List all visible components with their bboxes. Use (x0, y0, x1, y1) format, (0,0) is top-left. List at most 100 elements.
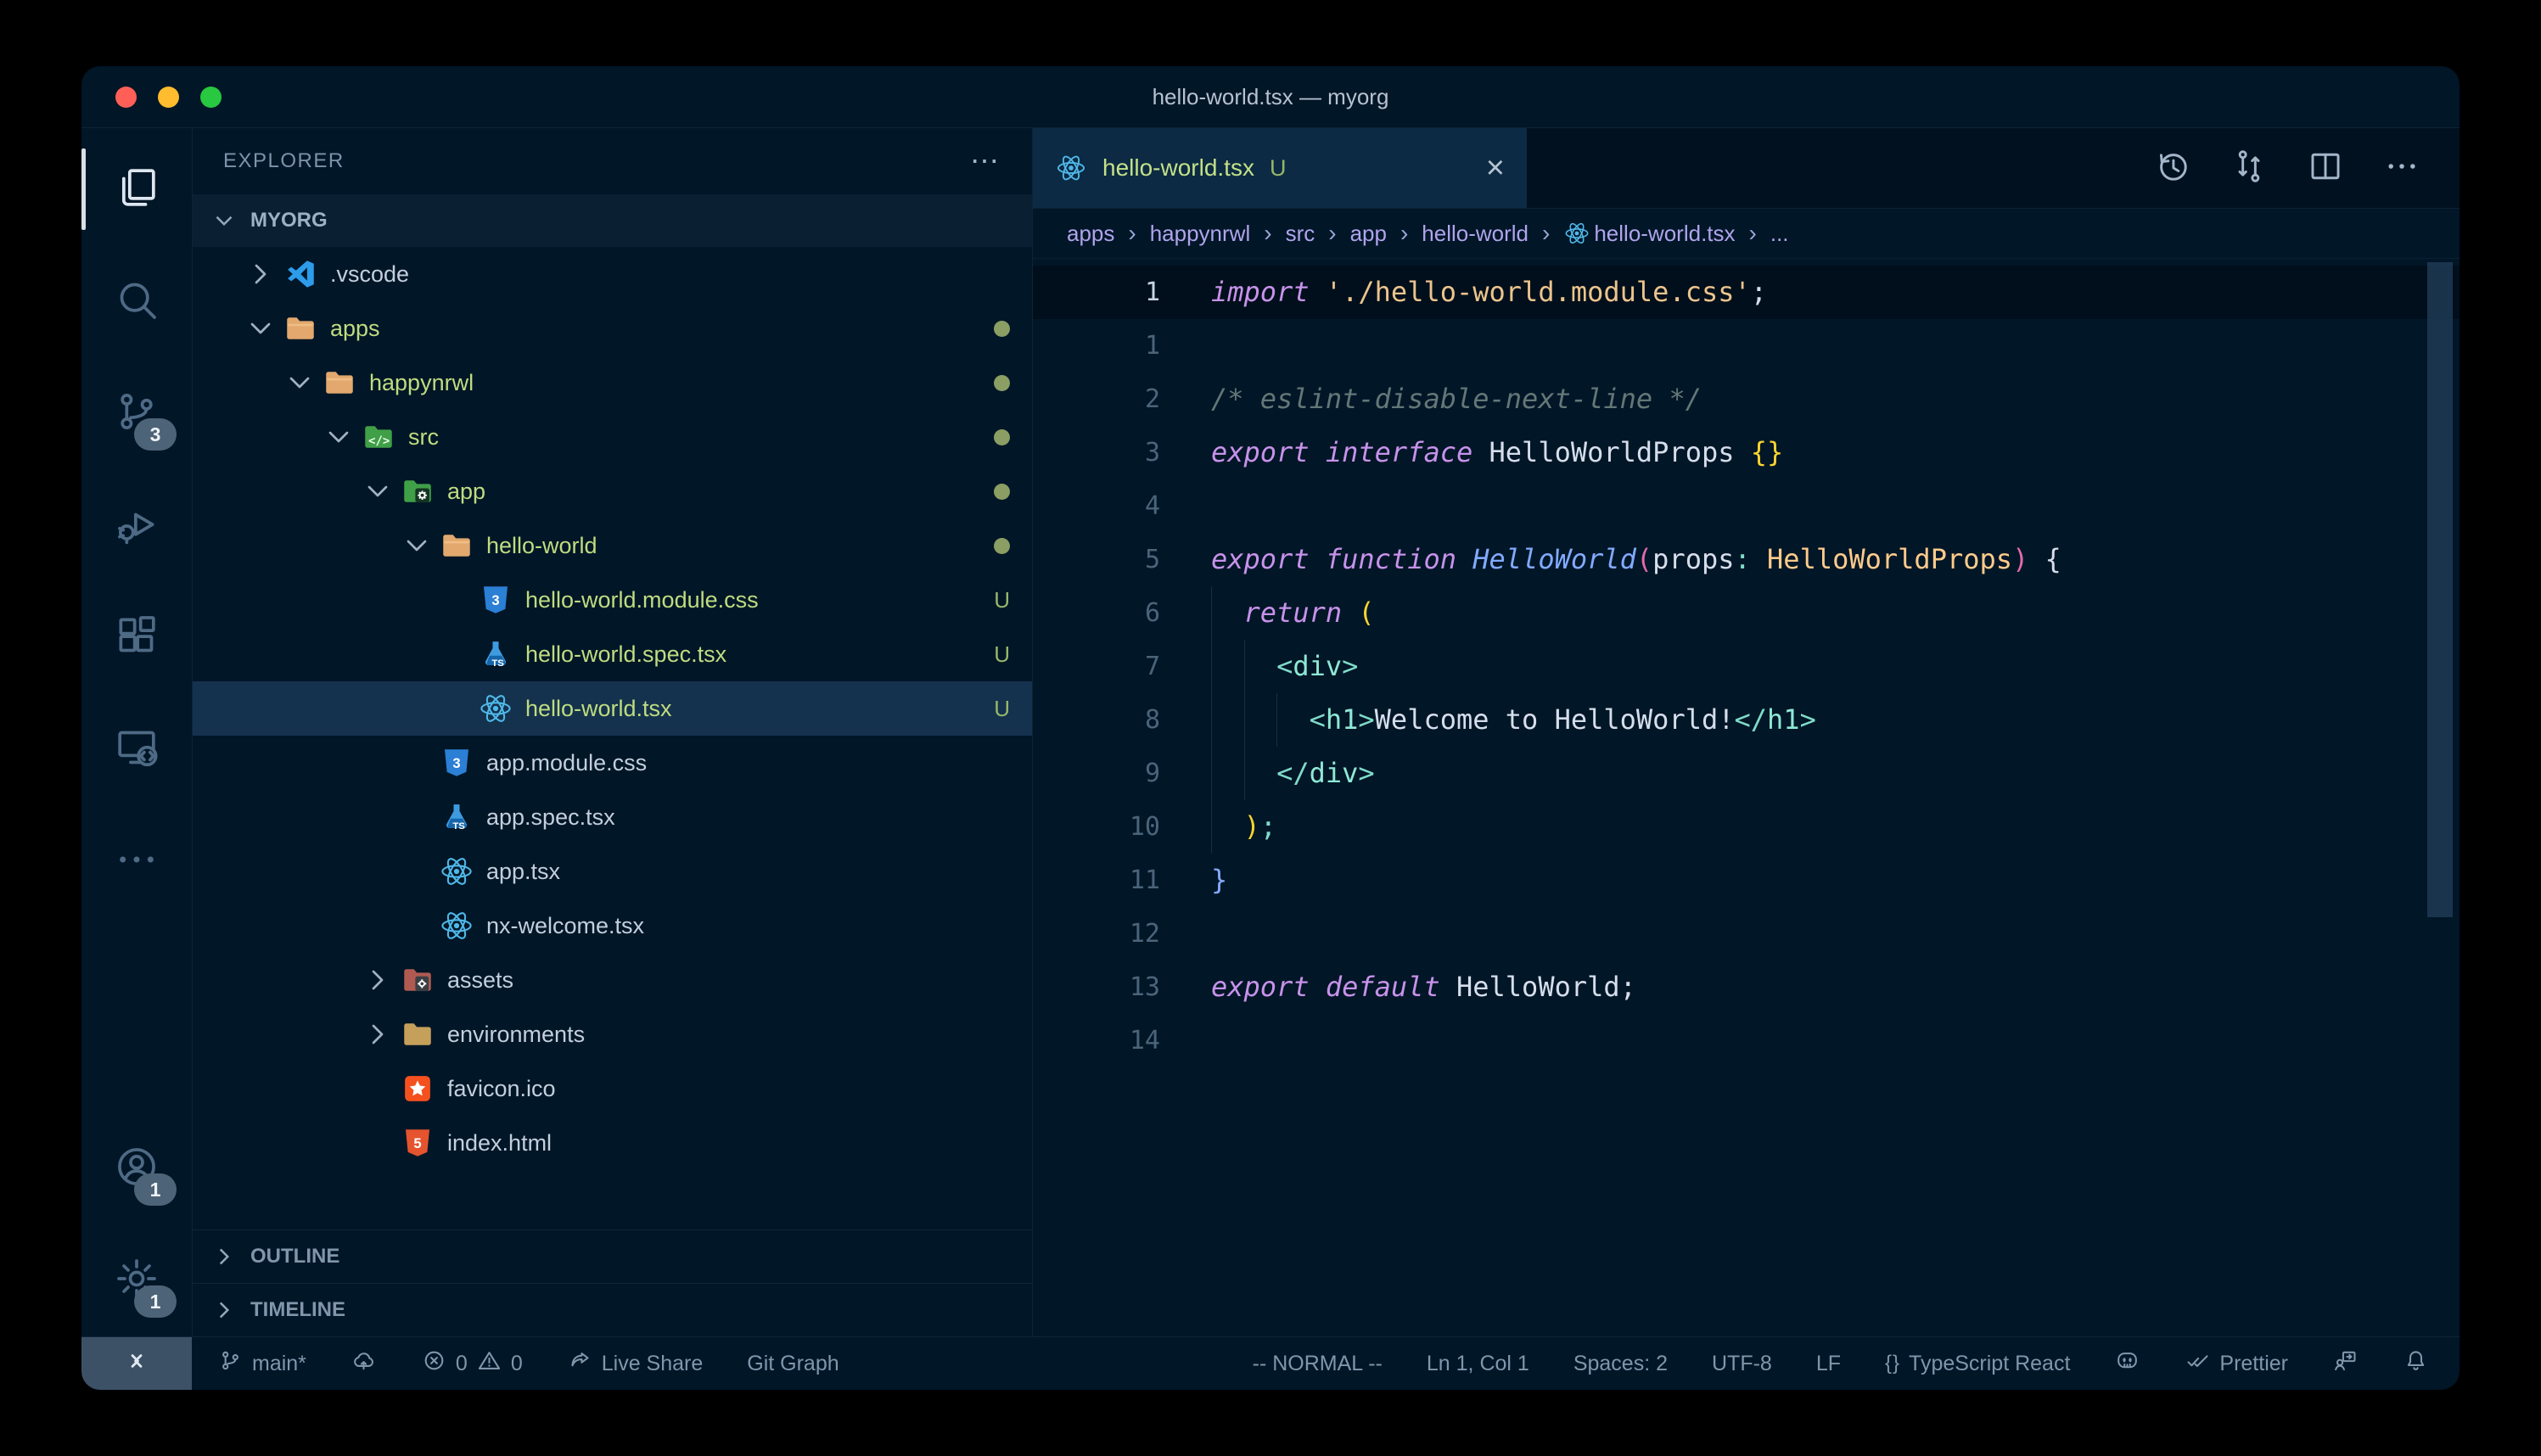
activity-extensions[interactable] (81, 581, 192, 693)
activity-explorer[interactable] (81, 133, 192, 245)
code-line-14[interactable]: 13export default HelloWorld; (1033, 960, 2460, 1014)
line-number[interactable]: 14 (1033, 1014, 1160, 1067)
timeline-section[interactable]: TIMELINE (193, 1283, 1032, 1336)
tab-hello-world-tsx[interactable]: hello-world.tsx U × (1033, 128, 1527, 208)
line-number[interactable]: 13 (1033, 960, 1160, 1014)
status-indentation[interactable]: Spaces: 2 (1573, 1352, 1668, 1376)
line-number[interactable]: 8 (1033, 693, 1160, 747)
status-language-mode[interactable]: {}TypeScript React (1885, 1352, 2070, 1376)
status-publish-changes[interactable] (351, 1347, 377, 1380)
zoom-window-button[interactable] (200, 87, 222, 108)
line-number[interactable]: 1 (1033, 319, 1160, 372)
status-encoding[interactable]: UTF-8 (1712, 1352, 1772, 1376)
remote-indicator[interactable] (81, 1337, 192, 1390)
line-number[interactable]: 2 (1033, 372, 1160, 426)
line-number[interactable]: 3 (1033, 426, 1160, 479)
code-line-7[interactable]: 6 return ( (1033, 586, 2460, 640)
line-number[interactable]: 6 (1033, 586, 1160, 640)
line-number[interactable]: 12 (1033, 907, 1160, 960)
code-line-11[interactable]: 10 ); (1033, 800, 2460, 854)
badge: 1 (134, 1173, 177, 1206)
tree-item-hello-world-module-css[interactable]: 3hello-world.module.cssU (193, 573, 1032, 627)
breadcrumb-item[interactable]: hello-world.tsx (1563, 220, 1735, 247)
line-number[interactable]: 10 (1033, 800, 1160, 854)
status-live-share[interactable]: Live Share (567, 1347, 704, 1380)
status-cursor-position[interactable]: Ln 1, Col 1 (1427, 1352, 1529, 1376)
breadcrumb-item[interactable]: src (1286, 221, 1315, 247)
file-label: apps (330, 316, 380, 342)
status-problems[interactable]: 00 (421, 1347, 523, 1380)
breadcrumb-item[interactable]: hello-world (1422, 221, 1529, 247)
breadcrumb-item[interactable]: app (1350, 221, 1387, 247)
remote-chevrons-icon (122, 1347, 151, 1381)
status-copilot[interactable] (2114, 1347, 2140, 1380)
activity-source-control[interactable]: 3 (81, 357, 192, 469)
tree-item-environments[interactable]: environments (193, 1007, 1032, 1061)
code-line-9[interactable]: 8 <h1>Welcome to HelloWorld!</h1> (1033, 693, 2460, 747)
activity-search[interactable] (81, 245, 192, 357)
code-line-15[interactable]: 14 (1033, 1014, 2460, 1067)
status-git-branch[interactable]: main* (217, 1347, 306, 1380)
code-line-10[interactable]: 9 </div> (1033, 747, 2460, 800)
line-number[interactable]: 5 (1033, 533, 1160, 586)
tree-item-favicon-ico[interactable]: favicon.ico (193, 1061, 1032, 1116)
activity-accounts[interactable]: 1 (81, 1112, 192, 1224)
line-number[interactable]: 1 (1033, 266, 1160, 319)
status-git-graph[interactable]: Git Graph (747, 1352, 839, 1376)
status-vim-mode[interactable]: -- NORMAL -- (1253, 1352, 1383, 1376)
minimize-window-button[interactable] (158, 87, 179, 108)
status-notifications[interactable] (2403, 1347, 2429, 1380)
title-bar[interactable]: hello-world.tsx — myorg (81, 66, 2460, 128)
tree-item-hello-world[interactable]: hello-world (193, 518, 1032, 573)
status-prettier[interactable]: Prettier (2185, 1347, 2288, 1380)
code-editor[interactable]: 1import './hello-world.module.css';12/* … (1033, 259, 2460, 1336)
line-number[interactable]: 9 (1033, 747, 1160, 800)
breadcrumb-separator: › (1264, 220, 1271, 247)
status-eol[interactable]: LF (1816, 1352, 1841, 1376)
tree-item-happynrwl[interactable]: happynrwl (193, 356, 1032, 410)
code-line-4[interactable]: 3export interface HelloWorldProps {} (1033, 426, 2460, 479)
compare-icon[interactable] (2230, 148, 2268, 189)
tree-item-assets[interactable]: assets (193, 953, 1032, 1007)
code-line-2[interactable]: 1 (1033, 319, 2460, 372)
code-line-1[interactable]: 1import './hello-world.module.css'; (1033, 266, 2460, 319)
split-icon[interactable] (2307, 148, 2344, 189)
breadcrumb-item[interactable]: ... (1770, 221, 1789, 247)
breadcrumb-item[interactable]: happynrwl (1150, 221, 1251, 247)
code-line-8[interactable]: 7 <div> (1033, 640, 2460, 693)
tree-item-src[interactable]: </>src (193, 410, 1032, 464)
ellipsis-h-icon[interactable] (2383, 148, 2420, 189)
activity-run-debug[interactable] (81, 469, 192, 581)
tree-item-app-module-css[interactable]: 3app.module.css (193, 736, 1032, 790)
code-line-3[interactable]: 2/* eslint-disable-next-line */ (1033, 372, 2460, 426)
tree-item-hello-world-spec-tsx[interactable]: TShello-world.spec.tsxU (193, 627, 1032, 681)
breadcrumb-item[interactable]: apps (1067, 221, 1114, 247)
tree-item--vscode[interactable]: .vscode (193, 247, 1032, 301)
tree-item-app-spec-tsx[interactable]: TSapp.spec.tsx (193, 790, 1032, 844)
code-line-6[interactable]: 5export function HelloWorld(props: Hello… (1033, 533, 2460, 586)
editor-scrollbar[interactable] (2427, 262, 2453, 917)
tree-item-hello-world-tsx[interactable]: hello-world.tsxU (193, 681, 1032, 736)
close-tab-icon[interactable]: × (1486, 152, 1505, 184)
activity-more-views[interactable] (81, 805, 192, 917)
indent-guide (1244, 640, 1245, 800)
line-number[interactable]: 4 (1033, 479, 1160, 533)
outline-section[interactable]: OUTLINE (193, 1229, 1032, 1283)
tree-item-nx-welcome-tsx[interactable]: nx-welcome.tsx (193, 899, 1032, 953)
tree-item-apps[interactable]: apps (193, 301, 1032, 356)
code-line-13[interactable]: 12 (1033, 907, 2460, 960)
status-live-share-session[interactable] (2332, 1347, 2359, 1380)
activity-remote-explorer[interactable] (81, 693, 192, 805)
close-window-button[interactable] (115, 87, 137, 108)
code-line-5[interactable]: 4 (1033, 479, 2460, 533)
history-icon[interactable] (2154, 148, 2191, 189)
line-number[interactable]: 7 (1033, 640, 1160, 693)
tree-item-app[interactable]: app (193, 464, 1032, 518)
sb-share-icon (567, 1347, 593, 1380)
workspace-root-row[interactable]: MYORG (193, 194, 1032, 247)
tree-item-app-tsx[interactable]: app.tsx (193, 844, 1032, 899)
line-number[interactable]: 11 (1033, 854, 1160, 907)
tree-item-index-html[interactable]: 5index.html (193, 1116, 1032, 1170)
code-line-12[interactable]: 11} (1033, 854, 2460, 907)
activity-settings[interactable]: 1 (81, 1224, 192, 1336)
